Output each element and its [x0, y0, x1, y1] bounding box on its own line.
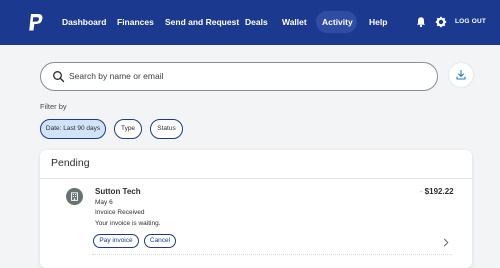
transaction-type: Invoice Received	[95, 209, 145, 216]
search-icon	[53, 71, 65, 83]
top-navigation-bar: Dashboard Finances Send and Request Deal…	[0, 0, 500, 45]
filter-chip-status[interactable]: Status	[150, 119, 183, 139]
transaction-date: May 6	[95, 199, 113, 206]
pay-invoice-button[interactable]: Pay invoice	[93, 234, 139, 248]
nav-finances[interactable]: Finances	[117, 16, 154, 28]
pending-heading: Pending	[51, 157, 90, 169]
divider	[40, 178, 472, 179]
building-icon	[71, 192, 78, 201]
nav-send-and-request[interactable]: Send and Request	[165, 16, 239, 28]
transaction-amount: - $192.22	[420, 187, 454, 196]
filter-chip-type[interactable]: Type	[114, 119, 142, 139]
transaction-name[interactable]: Sutton Tech	[95, 187, 141, 196]
search-input-placeholder[interactable]: Search by name or email	[69, 71, 164, 81]
nav-deals[interactable]: Deals	[245, 16, 268, 28]
amount-value: $192.22	[424, 187, 454, 196]
nav-wallet[interactable]: Wallet	[282, 16, 307, 28]
filter-by-label: Filter by	[40, 102, 67, 111]
nav-help[interactable]: Help	[369, 16, 387, 28]
download-icon	[456, 69, 466, 80]
transaction-note: Your invoice is waiting.	[95, 220, 161, 227]
download-button[interactable]	[449, 63, 473, 87]
filter-chip-date[interactable]: Date: Last 90 days	[40, 119, 106, 139]
paypal-logo[interactable]	[28, 13, 44, 32]
cancel-button[interactable]: Cancel	[144, 234, 176, 248]
bell-icon[interactable]	[415, 16, 427, 28]
gear-icon[interactable]	[435, 16, 447, 28]
row-separator	[92, 254, 452, 256]
chevron-right-icon[interactable]	[442, 238, 450, 247]
pending-card: Pending Sutton Tech May 6 Invoice Receiv…	[40, 150, 472, 268]
search-bar[interactable]: Search by name or email	[40, 62, 438, 91]
nav-activity[interactable]: Activity	[322, 16, 353, 28]
nav-dashboard[interactable]: Dashboard	[62, 16, 106, 28]
merchant-avatar	[66, 188, 83, 205]
logout-link[interactable]: LOG OUT	[455, 18, 486, 25]
amount-prefix: -	[420, 187, 423, 196]
